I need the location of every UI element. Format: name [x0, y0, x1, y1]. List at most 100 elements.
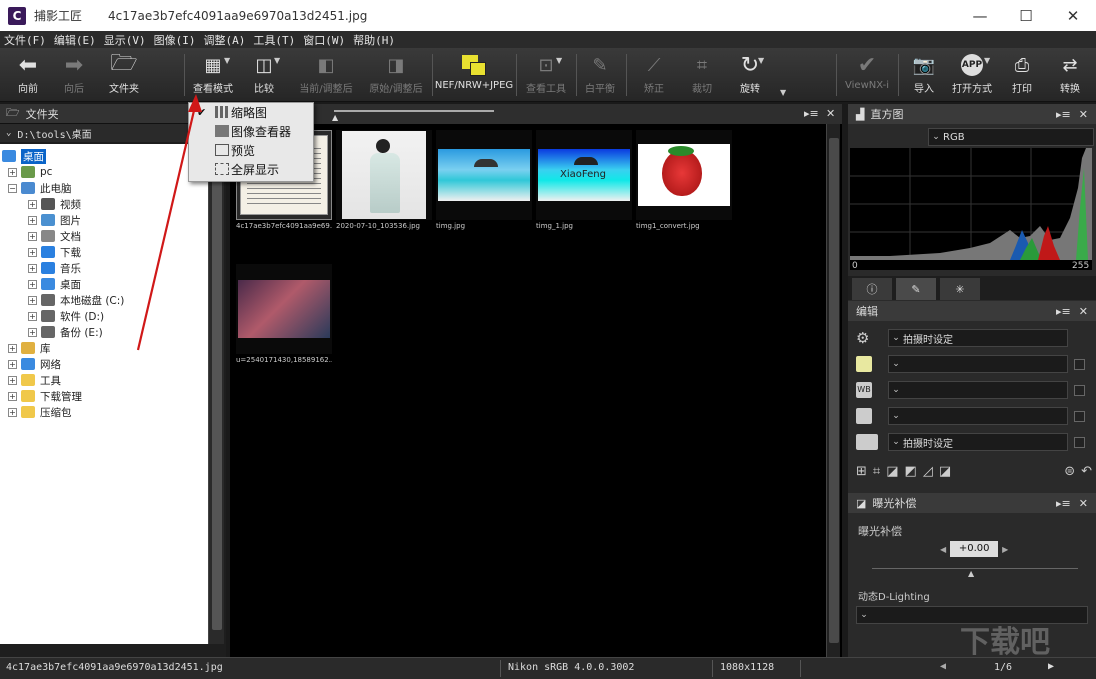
current-adjusted-button[interactable]: ◧ 当前/调整后 — [294, 50, 358, 100]
panel-menu-icon[interactable]: ▸≡ — [1056, 305, 1071, 318]
history-icon[interactable]: ⊜ — [1064, 464, 1075, 482]
expand-icon[interactable]: + — [28, 199, 37, 209]
tab-effects[interactable]: ✳ — [940, 278, 980, 300]
tree-item[interactable]: + 备份 (E:) — [28, 324, 103, 340]
tree-item[interactable]: + 压缩包 — [8, 404, 72, 420]
white-balance-button[interactable]: ✎ 白平衡 — [580, 50, 620, 100]
expand-icon[interactable]: + — [8, 375, 17, 385]
menu-tools[interactable]: 工具(T) — [249, 32, 299, 48]
original-adjusted-button[interactable]: ◨ 原始/调整后 — [364, 50, 428, 100]
tree-item[interactable]: + 音乐 — [28, 260, 81, 276]
thumbnail-image[interactable]: XiaoFeng — [536, 130, 632, 220]
expand-icon[interactable]: + — [28, 311, 37, 321]
expand-icon[interactable]: + — [28, 247, 37, 257]
view-tools-button[interactable]: ⊡ 查看工具 ▼ — [520, 50, 572, 100]
histogram-channel-select[interactable]: ⌄ RGB — [928, 128, 1094, 146]
menu-adjust[interactable]: 调整(A) — [200, 32, 250, 48]
thumbnail-item[interactable]: timg.jpg — [436, 130, 532, 230]
expand-icon[interactable]: + — [28, 279, 37, 289]
tree-item[interactable]: + 视频 — [28, 196, 81, 212]
scrollbar-thumb[interactable] — [212, 160, 222, 630]
crop-tool-icon[interactable]: ⌗ — [873, 464, 880, 482]
thumbnail-image[interactable] — [636, 130, 732, 220]
tree-item[interactable]: + 工具 — [8, 372, 61, 388]
white-balance-checkbox[interactable] — [1074, 384, 1085, 396]
decrement-icon[interactable]: ◀ — [940, 545, 946, 554]
tree-item[interactable]: + 本地磁盘 (C:) — [28, 292, 124, 308]
compare-button[interactable]: ◫ 比较 ▼ — [244, 50, 284, 100]
minimize-button[interactable]: — — [957, 0, 1003, 31]
collapse-icon[interactable]: − — [8, 183, 17, 193]
expand-icon[interactable]: + — [28, 295, 37, 305]
filter-icon[interactable]: ◪ — [939, 464, 951, 482]
white-balance-select[interactable]: ⌄ — [888, 381, 1068, 399]
scrollbar-thumb[interactable] — [829, 138, 839, 643]
open-with-button[interactable]: APP 打开方式 ▼ — [948, 50, 996, 100]
expand-icon[interactable]: + — [28, 327, 37, 337]
tree-item[interactable]: + 下载 — [28, 244, 81, 260]
straighten-button[interactable]: ⟋ 矫正 — [634, 50, 674, 100]
d-lighting-checkbox[interactable] — [1074, 436, 1085, 448]
back-button[interactable]: ⬅ 向前 — [8, 50, 48, 100]
tree-item[interactable]: − 此电脑 — [8, 180, 72, 196]
panel-menu-icon[interactable]: ▸≡ — [1056, 497, 1071, 510]
menu-file[interactable]: 文件(F) — [0, 32, 50, 48]
viewnx-button[interactable]: ✔ ViewNX-i — [840, 50, 894, 100]
noise-reduction-icon[interactable]: ⊞ — [856, 464, 867, 482]
expand-icon[interactable]: + — [8, 343, 17, 353]
slider-handle[interactable]: ▲ — [332, 113, 338, 122]
next-image-icon[interactable]: ▶ — [1048, 661, 1054, 672]
folder-tree-scrollbar[interactable] — [208, 144, 224, 644]
exposure-select[interactable]: ⌄ — [888, 355, 1068, 373]
thumbnail-size-slider[interactable] — [334, 110, 494, 112]
expand-icon[interactable]: + — [8, 167, 17, 177]
tree-item[interactable]: + 桌面 — [28, 276, 81, 292]
toolbar-overflow-icon[interactable]: ▼ — [780, 88, 786, 97]
rotate-button[interactable]: ↻ 旋转 ▼ — [728, 50, 772, 100]
maximize-button[interactable]: ☐ — [1003, 0, 1049, 31]
exposure-stepper[interactable]: ◀ +0.00 ▶ — [940, 541, 1010, 557]
expand-icon[interactable]: + — [28, 215, 37, 225]
expand-icon[interactable]: + — [28, 231, 37, 241]
exposure-checkbox[interactable] — [1074, 358, 1085, 370]
tree-item[interactable]: 桌面 — [2, 148, 46, 164]
slider-handle[interactable]: ▲ — [968, 569, 974, 578]
close-icon[interactable]: ✕ — [826, 107, 835, 120]
increment-icon[interactable]: ▶ — [1002, 545, 1008, 554]
nef-jpeg-button[interactable]: NEF/NRW+JPEG — [435, 50, 513, 100]
expand-icon[interactable]: + — [8, 359, 17, 369]
thumbnail-image[interactable] — [436, 130, 532, 220]
tone-checkbox[interactable] — [1074, 410, 1085, 422]
undo-icon[interactable]: ↶ — [1081, 464, 1092, 482]
tree-item[interactable]: + 库 — [8, 340, 51, 356]
close-button[interactable]: ✕ — [1050, 0, 1096, 31]
close-icon[interactable]: ✕ — [1079, 305, 1088, 318]
d-lighting-select[interactable]: ⌄ 拍摄时设定 — [888, 433, 1068, 451]
exposure-slider[interactable] — [872, 568, 1078, 569]
picture-control-select[interactable]: ⌄ 拍摄时设定 — [888, 329, 1068, 347]
thumbnail-item[interactable]: 2020-07-10_103536.jpg — [336, 130, 432, 230]
curves-icon[interactable]: ◪ — [886, 464, 898, 482]
tree-item[interactable]: + 软件 (D:) — [28, 308, 104, 324]
menu-edit[interactable]: 编辑(E) — [50, 32, 100, 48]
thumbnail-scrollbar[interactable] — [826, 124, 840, 657]
thumbnail-item[interactable]: u=2540171430,18589162... — [236, 264, 332, 364]
import-button[interactable]: 📷 导入 — [904, 50, 944, 100]
panel-menu-icon[interactable]: ▸≡ — [804, 107, 819, 120]
tree-item[interactable]: + 文档 — [28, 228, 81, 244]
close-icon[interactable]: ✕ — [1079, 108, 1088, 121]
panel-menu-icon[interactable]: ▸≡ — [1056, 108, 1071, 121]
tree-item[interactable]: + pc — [8, 164, 52, 180]
levels-icon[interactable]: ◿ — [923, 464, 933, 482]
tree-item[interactable]: + 下载管理 — [8, 388, 82, 404]
tree-item[interactable]: + 图片 — [28, 212, 81, 228]
thumbnail-item[interactable]: XiaoFeng timg_1.jpg — [536, 130, 632, 230]
tab-edit[interactable]: ✎ — [896, 278, 936, 300]
expand-icon[interactable]: + — [8, 407, 17, 417]
thumbnail-image[interactable] — [336, 130, 432, 220]
close-icon[interactable]: ✕ — [1079, 497, 1088, 510]
menu-help[interactable]: 帮助(H) — [349, 32, 399, 48]
tone-select[interactable]: ⌄ — [888, 407, 1068, 425]
crop-button[interactable]: ⌗ 裁切 — [682, 50, 722, 100]
menu-image[interactable]: 图像(I) — [150, 32, 200, 48]
